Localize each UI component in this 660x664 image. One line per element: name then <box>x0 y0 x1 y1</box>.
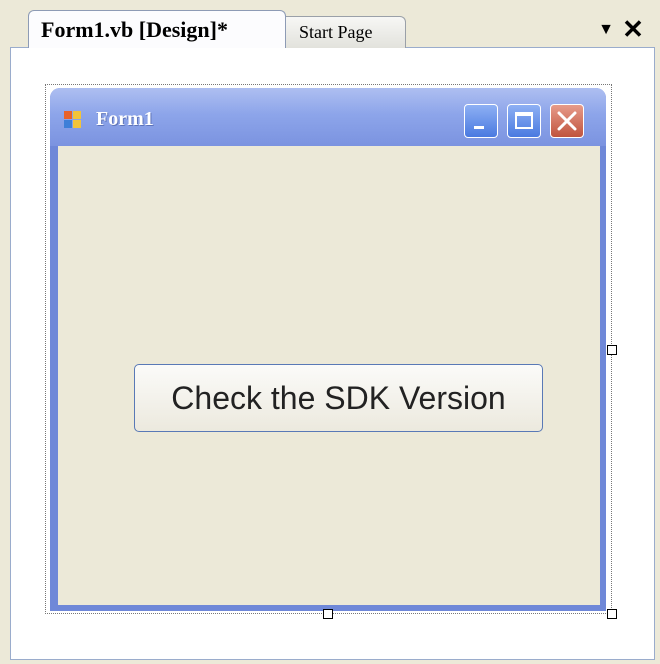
minimize-icon <box>474 126 484 129</box>
tab-dropdown-icon[interactable]: ▼ <box>596 20 616 40</box>
check-sdk-version-button[interactable]: Check the SDK Version <box>134 364 543 432</box>
tab-close-icon[interactable]: ✕ <box>620 14 646 44</box>
close-icon <box>557 111 577 131</box>
form-client-area[interactable]: Check the SDK Version <box>58 146 600 605</box>
resize-handle-bottom[interactable] <box>323 609 333 619</box>
maximize-button[interactable] <box>507 104 541 138</box>
form-icon <box>64 111 81 128</box>
tab-form1-design[interactable]: Form1.vb [Design]* <box>28 10 286 48</box>
minimize-button[interactable] <box>464 104 498 138</box>
form-title: Form1 <box>96 108 154 130</box>
resize-handle-right[interactable] <box>607 345 617 355</box>
form-window[interactable]: Form1 Check the SDK Version <box>50 88 606 611</box>
maximize-icon <box>515 112 533 129</box>
resize-handle-corner[interactable] <box>607 609 617 619</box>
tab-label: Form1.vb [Design]* <box>41 16 228 42</box>
document-tab-strip: Form1.vb [Design]* Start Page ▼ ✕ <box>0 0 660 50</box>
close-button[interactable] <box>550 104 584 138</box>
tab-label: Start Page <box>299 22 373 42</box>
tab-start-page[interactable]: Start Page <box>280 16 406 48</box>
form-titlebar[interactable]: Form1 <box>50 88 606 146</box>
